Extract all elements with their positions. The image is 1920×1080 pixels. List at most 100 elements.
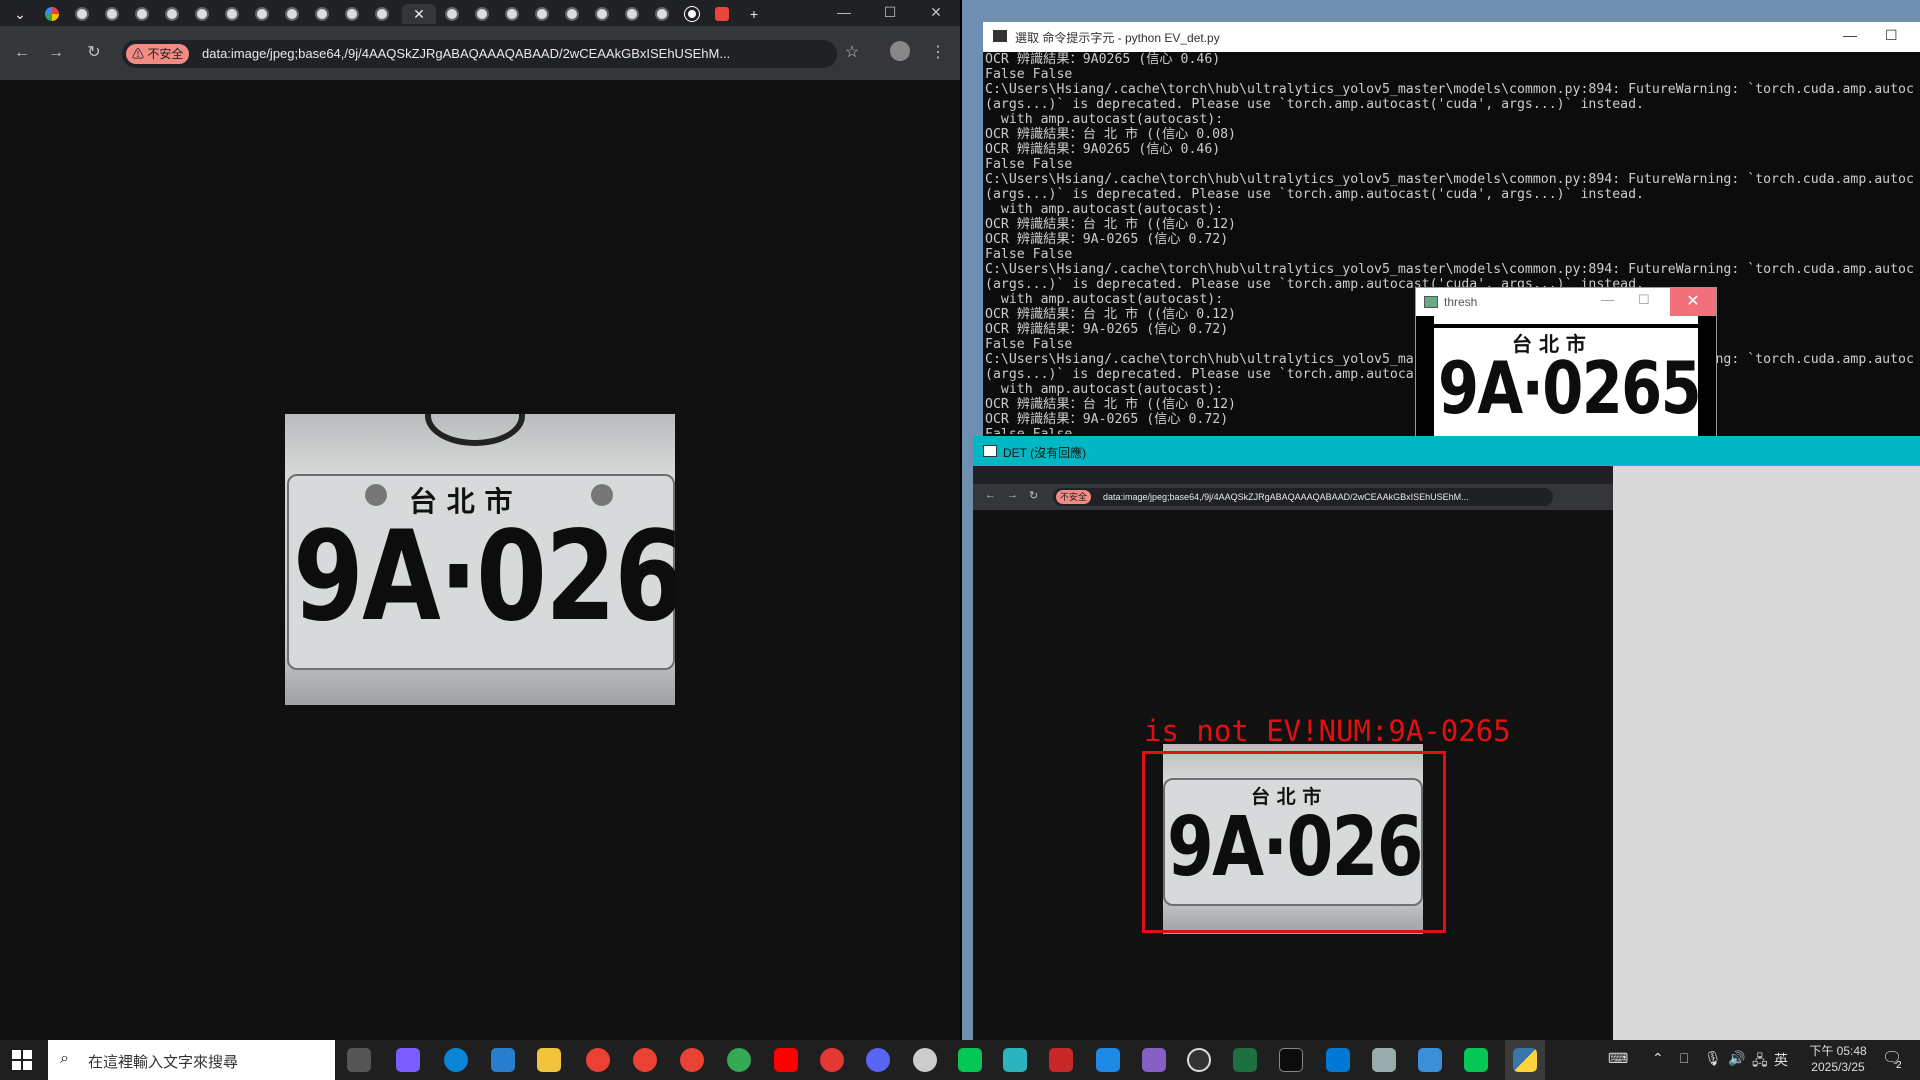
url-text[interactable]: data:image/jpeg;base64,/9j/4AAQSkZJRgABA… — [1103, 488, 1503, 506]
chrome-icon[interactable] — [680, 1048, 704, 1072]
tab[interactable] — [468, 4, 496, 24]
terminal-icon[interactable] — [1279, 1048, 1303, 1072]
ime-indicator[interactable]: 英 — [1774, 1050, 1788, 1070]
excel-icon[interactable] — [1233, 1048, 1257, 1072]
microphone-icon[interactable]: 🎙 — [1704, 1050, 1722, 1067]
tab[interactable] — [278, 4, 306, 24]
maximize-button[interactable]: ☐ — [1638, 292, 1650, 308]
chevron-up-icon[interactable]: ⌃ — [1652, 1050, 1664, 1067]
chrome-icon[interactable] — [727, 1048, 751, 1072]
close-window-button[interactable]: ✕ — [916, 0, 956, 26]
tab[interactable] — [128, 4, 156, 24]
file-explorer-icon[interactable] — [537, 1048, 561, 1072]
cmd-icon — [993, 30, 1007, 42]
tab[interactable] — [188, 4, 216, 24]
app-icon[interactable] — [1003, 1048, 1027, 1072]
forward-arrow-icon[interactable]: → — [1007, 489, 1018, 501]
address-bar[interactable]: ⚠ 不安全 data:image/jpeg;base64,/9j/4AAQSkZ… — [122, 40, 837, 68]
url-text[interactable]: data:image/jpeg;base64,/9j/4AAQSkZJRgABA… — [202, 40, 782, 68]
tab[interactable] — [528, 4, 556, 24]
tab[interactable] — [68, 4, 96, 24]
copilot-icon[interactable] — [396, 1048, 420, 1072]
reload-icon[interactable]: ↻ — [82, 41, 106, 65]
menu-kebab-icon[interactable]: ⋮ — [926, 41, 950, 65]
tab-active-close[interactable]: ✕ — [402, 4, 436, 24]
tab[interactable] — [158, 4, 186, 24]
det-screenshot-chrome: ← → ↻ 不安全 data:image/jpeg;base64,/9j/4AA… — [973, 466, 1613, 1040]
mini-address-bar[interactable]: 不安全 data:image/jpeg;base64,/9j/4AAQSkZJR… — [1053, 488, 1553, 506]
back-arrow-icon[interactable]: ← — [10, 41, 34, 65]
youtube-icon[interactable] — [774, 1048, 798, 1072]
minimize-button[interactable]: — — [1601, 292, 1614, 307]
tab[interactable] — [248, 4, 276, 24]
app-icon[interactable] — [820, 1048, 844, 1072]
python-app-button[interactable] — [1505, 1040, 1545, 1080]
minimize-button[interactable]: — — [824, 0, 864, 26]
globe-icon — [315, 7, 329, 21]
det-title: DET (沒有回應) — [1003, 446, 1087, 460]
minimize-button[interactable]: — — [1843, 27, 1857, 43]
globe-icon — [535, 7, 549, 21]
globe-icon — [445, 7, 459, 21]
network-icon[interactable]: 🖧 — [1752, 1050, 1768, 1074]
back-arrow-icon[interactable]: ← — [985, 489, 996, 501]
discord-icon[interactable] — [866, 1048, 890, 1072]
not-secure-chip[interactable]: ⚠ 不安全 — [126, 44, 190, 64]
visual-studio-icon[interactable] — [1142, 1048, 1166, 1072]
tab[interactable] — [498, 4, 526, 24]
tab[interactable] — [338, 4, 366, 24]
tab[interactable] — [438, 4, 466, 24]
reload-icon[interactable]: ↻ — [1029, 489, 1038, 502]
tab[interactable] — [648, 4, 676, 24]
store-icon[interactable] — [491, 1048, 515, 1072]
tab[interactable] — [368, 4, 396, 24]
google-icon — [45, 7, 59, 21]
search-icon: ⌕ — [60, 1050, 69, 1067]
mini-tab-strip — [973, 466, 1613, 484]
globe-icon — [475, 7, 489, 21]
close-window-button[interactable]: ✕ — [1670, 288, 1716, 316]
vscode-icon[interactable] — [1326, 1048, 1350, 1072]
cmd-line: False False — [985, 157, 1073, 172]
app-icon[interactable] — [1372, 1048, 1396, 1072]
globe-icon — [105, 7, 119, 21]
tab-c[interactable] — [708, 4, 736, 24]
tab[interactable] — [618, 4, 646, 24]
search-box[interactable]: ⌕ 在這裡輸入文字來搜尋 — [48, 1040, 335, 1080]
close-icon[interactable]: ✕ — [413, 6, 425, 23]
forward-arrow-icon[interactable]: → — [44, 41, 68, 65]
profile-avatar[interactable] — [890, 41, 910, 61]
tab-github[interactable] — [678, 4, 706, 24]
app-icon[interactable] — [1187, 1048, 1211, 1072]
speaker-icon[interactable]: 🔊 — [1728, 1050, 1745, 1067]
tab[interactable] — [588, 4, 616, 24]
new-tab-button[interactable]: + — [740, 4, 768, 24]
app-icon[interactable] — [1096, 1048, 1120, 1072]
chrome-icon[interactable] — [586, 1048, 610, 1072]
tab-search-button[interactable]: ⌄ — [6, 4, 34, 24]
app-icon[interactable] — [913, 1048, 937, 1072]
globe-icon — [75, 7, 89, 21]
cmd-titlebar: 選取 命令提示字元 - python EV_det.py — ☐ — [983, 22, 1920, 52]
keyboard-icon[interactable]: ⌨ — [1608, 1050, 1628, 1067]
usb-icon[interactable]: ⎕ — [1680, 1050, 1688, 1067]
windows-start-icon[interactable] — [12, 1050, 32, 1070]
not-secure-chip[interactable]: 不安全 — [1056, 490, 1092, 504]
clock[interactable]: 下午 05:48 2025/3/25 — [1800, 1043, 1876, 1075]
chrome-icon[interactable] — [633, 1048, 657, 1072]
task-view-icon[interactable] — [347, 1048, 371, 1072]
tab[interactable] — [308, 4, 336, 24]
tab[interactable] — [558, 4, 586, 24]
bookmark-star-icon[interactable]: ☆ — [840, 41, 864, 65]
maximize-button[interactable]: ☐ — [870, 0, 910, 26]
tab[interactable] — [218, 4, 246, 24]
plate-number: 9A·0265 — [293, 505, 675, 649]
voicemeeter-icon[interactable] — [1049, 1048, 1073, 1072]
line-icon[interactable] — [958, 1048, 982, 1072]
tab[interactable] — [98, 4, 126, 24]
edge-icon[interactable] — [444, 1048, 468, 1072]
maximize-button[interactable]: ☐ — [1885, 27, 1898, 44]
tab-google[interactable] — [38, 4, 66, 24]
app-icon[interactable] — [1418, 1048, 1442, 1072]
line-icon[interactable] — [1464, 1048, 1488, 1072]
